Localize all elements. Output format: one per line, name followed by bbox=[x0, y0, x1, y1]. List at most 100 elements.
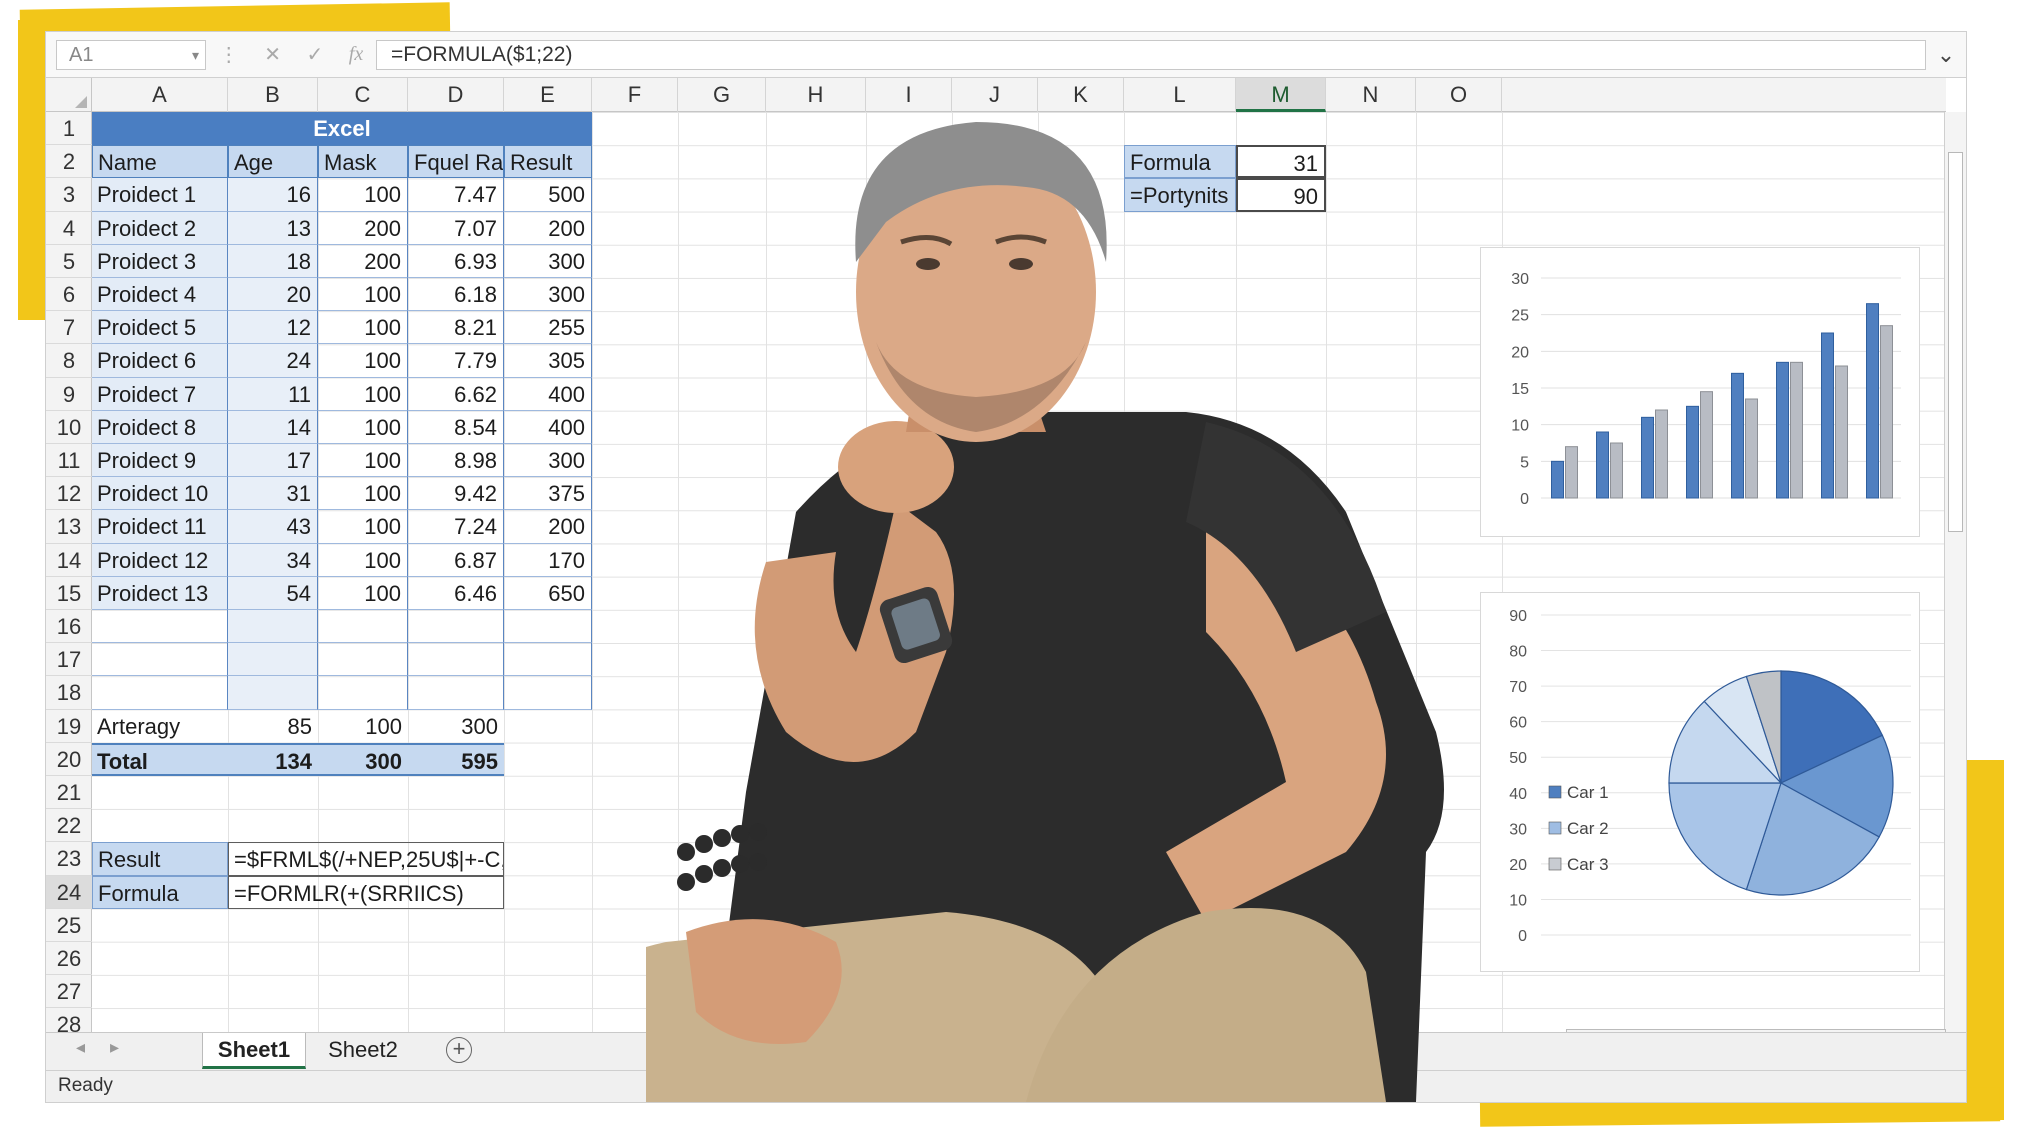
table-cell[interactable]: 14 bbox=[228, 410, 318, 444]
table-cell[interactable]: 6.93 bbox=[408, 244, 504, 278]
table-cell[interactable]: 24 bbox=[228, 344, 318, 378]
table-cell[interactable]: 100 bbox=[318, 444, 408, 478]
row-header-25[interactable]: 25 bbox=[46, 909, 92, 942]
table-cell[interactable]: 6.46 bbox=[408, 576, 504, 610]
table-row-name[interactable]: Proidect 9 bbox=[92, 444, 228, 478]
table-cell[interactable]: 170 bbox=[504, 543, 592, 577]
average-d[interactable]: 300 bbox=[408, 710, 504, 743]
column-header-e[interactable]: E bbox=[504, 78, 592, 112]
table-cell[interactable]: 650 bbox=[504, 576, 592, 610]
table-row-name[interactable]: Proidect 13 bbox=[92, 576, 228, 610]
table-cell[interactable]: 300 bbox=[504, 444, 592, 478]
row-header-19[interactable]: 19 bbox=[46, 710, 92, 743]
table-cell[interactable]: 18 bbox=[228, 244, 318, 278]
row-header-9[interactable]: 9 bbox=[46, 378, 92, 411]
more-icon[interactable]: ⋮ bbox=[219, 42, 239, 67]
empty-table-cell[interactable] bbox=[318, 610, 408, 644]
row-header-7[interactable]: 7 bbox=[46, 311, 92, 345]
table-row-name[interactable]: Proidect 2 bbox=[92, 211, 228, 245]
empty-table-cell[interactable] bbox=[318, 643, 408, 677]
table-cell[interactable]: 200 bbox=[318, 211, 408, 245]
table-cell[interactable]: 6.18 bbox=[408, 278, 504, 312]
row-header-4[interactable]: 4 bbox=[46, 212, 92, 245]
table-cell[interactable]: 305 bbox=[504, 344, 592, 378]
row-header-18[interactable]: 18 bbox=[46, 676, 92, 710]
result-formula[interactable]: =$FRML$(/+NEP,25U$|+-C,8:0.90%) bbox=[228, 842, 504, 876]
row-header-11[interactable]: 11 bbox=[46, 444, 92, 478]
row-header-8[interactable]: 8 bbox=[46, 344, 92, 378]
table-cell[interactable]: 54 bbox=[228, 576, 318, 610]
average-c[interactable]: 100 bbox=[318, 710, 408, 743]
table-row-name[interactable]: Proidect 10 bbox=[92, 477, 228, 511]
empty-table-cell[interactable] bbox=[504, 676, 592, 710]
table-cell[interactable]: 100 bbox=[318, 410, 408, 444]
row-header-3[interactable]: 3 bbox=[46, 178, 92, 212]
table-row-name[interactable]: Proidect 12 bbox=[92, 543, 228, 577]
table-cell[interactable]: 375 bbox=[504, 477, 592, 511]
table-cell[interactable]: 6.87 bbox=[408, 543, 504, 577]
table-cell[interactable]: 7.24 bbox=[408, 510, 504, 544]
name-box[interactable]: A1 ▾ bbox=[56, 39, 206, 70]
table-cell[interactable]: 7.47 bbox=[408, 178, 504, 212]
table-cell[interactable]: 9.42 bbox=[408, 477, 504, 511]
row-header-16[interactable]: 16 bbox=[46, 610, 92, 644]
total-c[interactable]: 300 bbox=[318, 742, 408, 776]
table-cell[interactable]: 300 bbox=[504, 278, 592, 312]
row-header-24[interactable]: 24 bbox=[46, 875, 92, 909]
confirm-icon[interactable]: ✓ bbox=[307, 42, 324, 67]
row-header-5[interactable]: 5 bbox=[46, 245, 92, 278]
table-cell[interactable]: 8.98 bbox=[408, 444, 504, 478]
table-header-cell[interactable]: Mask bbox=[318, 145, 408, 179]
total-label[interactable]: Total bbox=[92, 742, 228, 776]
bar-chart[interactable]: 0 5 10 15 20 25 30 bbox=[1480, 247, 1920, 537]
select-all-corner[interactable] bbox=[46, 78, 92, 112]
scroll-thumb[interactable] bbox=[1948, 152, 1963, 532]
table-cell[interactable]: 100 bbox=[318, 344, 408, 378]
row-header-1[interactable]: 1 bbox=[46, 112, 92, 146]
empty-table-cell[interactable] bbox=[318, 676, 408, 710]
table-cell[interactable]: 100 bbox=[318, 178, 408, 212]
table-title[interactable]: Excel bbox=[92, 112, 592, 146]
average-label[interactable]: Arteragy bbox=[92, 710, 228, 743]
table-cell[interactable]: 7.79 bbox=[408, 344, 504, 378]
empty-table-cell[interactable] bbox=[408, 643, 504, 677]
average-b[interactable]: 85 bbox=[228, 710, 318, 743]
row-header-13[interactable]: 13 bbox=[46, 510, 92, 544]
table-cell[interactable]: 8.54 bbox=[408, 410, 504, 444]
table-header-cell[interactable]: Name bbox=[92, 145, 228, 179]
table-cell[interactable]: 100 bbox=[318, 576, 408, 610]
column-header-b[interactable]: B bbox=[228, 78, 318, 112]
tab-sheet2[interactable]: Sheet2 bbox=[308, 1033, 418, 1069]
row-header-20[interactable]: 20 bbox=[46, 743, 92, 776]
column-header-a[interactable]: A bbox=[92, 78, 228, 112]
vertical-scrollbar[interactable] bbox=[1944, 112, 1966, 1032]
column-header-c[interactable]: C bbox=[318, 78, 408, 112]
empty-table-cell[interactable] bbox=[92, 676, 228, 710]
empty-table-cell[interactable] bbox=[228, 610, 318, 644]
table-cell[interactable]: 400 bbox=[504, 377, 592, 411]
chevron-right-icon[interactable]: ▸ bbox=[110, 1037, 119, 1058]
table-cell[interactable]: 11 bbox=[228, 377, 318, 411]
plus-circle-icon[interactable]: + bbox=[446, 1037, 472, 1063]
table-cell[interactable]: 400 bbox=[504, 410, 592, 444]
chevron-down-icon[interactable]: ▾ bbox=[192, 41, 199, 69]
row-header-21[interactable]: 21 bbox=[46, 776, 92, 810]
empty-table-cell[interactable] bbox=[408, 676, 504, 710]
table-header-cell[interactable]: Fquel Ratk bbox=[408, 145, 504, 179]
formula-label[interactable]: Formula bbox=[92, 875, 228, 909]
table-row-name[interactable]: Proidect 5 bbox=[92, 311, 228, 345]
empty-table-cell[interactable] bbox=[228, 676, 318, 710]
table-row-name[interactable]: Proidect 3 bbox=[92, 244, 228, 278]
row-header-26[interactable]: 26 bbox=[46, 942, 92, 976]
formula-input[interactable] bbox=[376, 39, 1926, 70]
empty-table-cell[interactable] bbox=[408, 610, 504, 644]
table-cell[interactable]: 200 bbox=[504, 510, 592, 544]
total-d[interactable]: 595 bbox=[408, 742, 504, 776]
table-cell[interactable]: 200 bbox=[318, 244, 408, 278]
empty-table-cell[interactable] bbox=[92, 643, 228, 677]
table-row-name[interactable]: Proidect 8 bbox=[92, 410, 228, 444]
row-header-14[interactable]: 14 bbox=[46, 544, 92, 577]
empty-table-cell[interactable] bbox=[504, 643, 592, 677]
row-header-17[interactable]: 17 bbox=[46, 643, 92, 677]
row-header-15[interactable]: 15 bbox=[46, 577, 92, 610]
